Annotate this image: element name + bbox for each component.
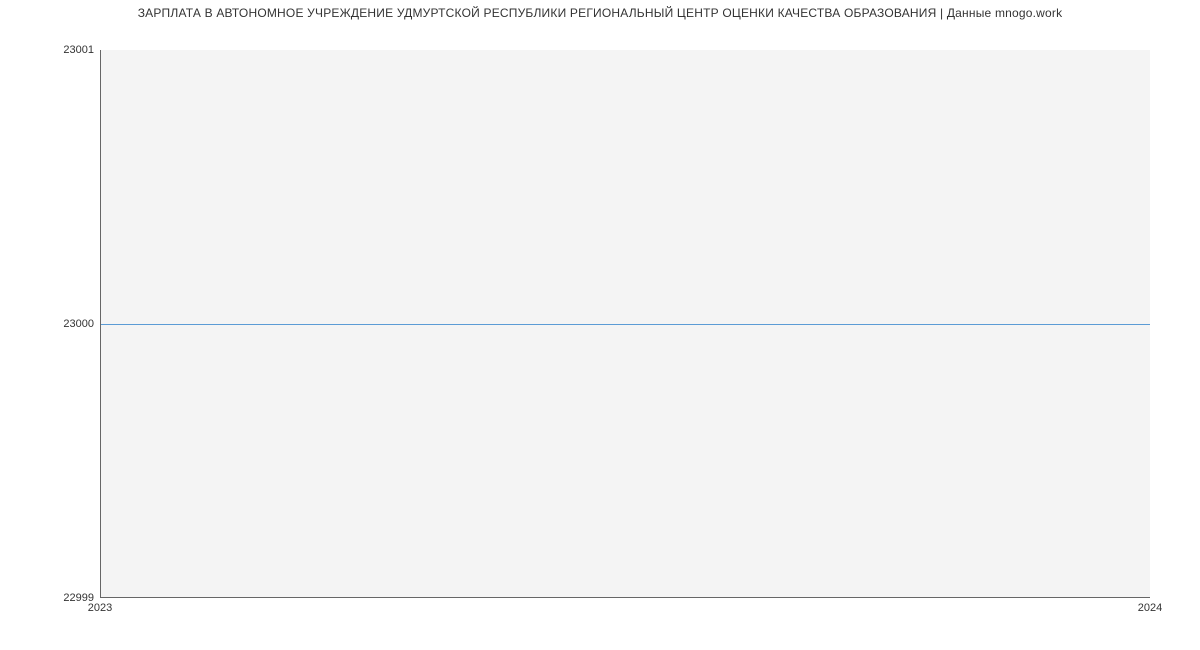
chart-container: ЗАРПЛАТА В АВТОНОМНОЕ УЧРЕЖДЕНИЕ УДМУРТС… bbox=[0, 0, 1200, 650]
x-tick-label: 2023 bbox=[88, 602, 112, 614]
y-tick-label: 23000 bbox=[34, 318, 94, 330]
chart-title: ЗАРПЛАТА В АВТОНОМНОЕ УЧРЕЖДЕНИЕ УДМУРТС… bbox=[0, 6, 1200, 20]
y-tick-label: 22999 bbox=[34, 592, 94, 604]
series-line bbox=[101, 324, 1150, 325]
plot-area bbox=[100, 50, 1150, 598]
y-tick-label: 23001 bbox=[34, 44, 94, 56]
x-tick-label: 2024 bbox=[1138, 602, 1162, 614]
